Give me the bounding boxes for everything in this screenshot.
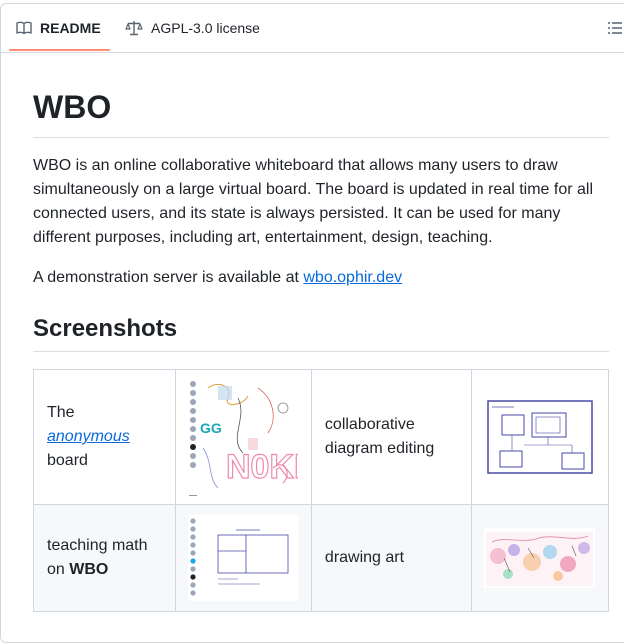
diagram-caption: collaborative diagram editing	[324, 416, 435, 457]
screenshots-heading: Screenshots	[33, 315, 178, 342]
teaching-caption: teaching math on WBO	[47, 534, 162, 582]
table-cell: teaching math on WBO	[33, 504, 176, 612]
anonymous-board-caption: The anonymous board	[47, 401, 162, 473]
svg-text:N0KI: N0KI	[226, 448, 298, 486]
table-cell	[174, 504, 312, 612]
table-cell	[471, 369, 609, 505]
table-cell: GG N0KI	[174, 369, 312, 505]
readme-panel: README AGPL-3.0 license WBO WBO is an on…	[0, 3, 624, 643]
tab-license-label: AGPL-3.0 license	[151, 20, 260, 36]
active-tab-indicator	[9, 49, 110, 51]
demo-link[interactable]: wbo.ophir.dev	[303, 269, 402, 286]
intro-paragraph: WBO is an online collaborative whiteboar…	[33, 157, 594, 246]
table-cell: The anonymous board	[33, 369, 176, 505]
screenshots-divider	[33, 351, 609, 352]
anonymous-board-screenshot[interactable]: GG N0KI	[187, 378, 298, 496]
table-cell: collaborative diagram editing	[310, 369, 473, 505]
demo-prefix: A demonstration server is available at	[33, 269, 304, 286]
demo-paragraph: A demonstration server is available at w…	[33, 266, 609, 290]
book-icon	[16, 21, 32, 35]
table-row: The anonymous board GG N0KI collaborativ…	[33, 369, 609, 505]
caption-bold: WBO	[69, 561, 109, 578]
table-cell: drawing art	[310, 504, 473, 612]
tab-license[interactable]: AGPL-3.0 license	[125, 4, 260, 52]
table-cell	[471, 504, 609, 612]
caption-text: board	[47, 452, 88, 469]
readme-tabbar: README AGPL-3.0 license	[1, 4, 624, 53]
teaching-math-screenshot[interactable]	[187, 515, 298, 601]
tab-readme-label: README	[40, 20, 101, 36]
drawing-art-caption: drawing art	[324, 549, 405, 566]
title-divider	[33, 137, 609, 138]
law-icon	[125, 21, 143, 36]
diagram-screenshot[interactable]	[484, 399, 595, 475]
screenshots-table: The anonymous board GG N0KI collaborativ…	[33, 369, 609, 612]
caption-text: The	[47, 404, 75, 421]
drawing-art-screenshot[interactable]	[484, 528, 596, 588]
outline-button[interactable]	[607, 20, 623, 41]
anonymous-link[interactable]: anonymous	[47, 428, 130, 445]
table-row: teaching math on WBO drawing art	[33, 504, 609, 612]
list-unordered-icon	[608, 22, 622, 34]
tab-readme[interactable]: README	[16, 4, 101, 52]
svg-text:GG: GG	[200, 420, 222, 436]
page-title: WBO	[33, 89, 112, 125]
